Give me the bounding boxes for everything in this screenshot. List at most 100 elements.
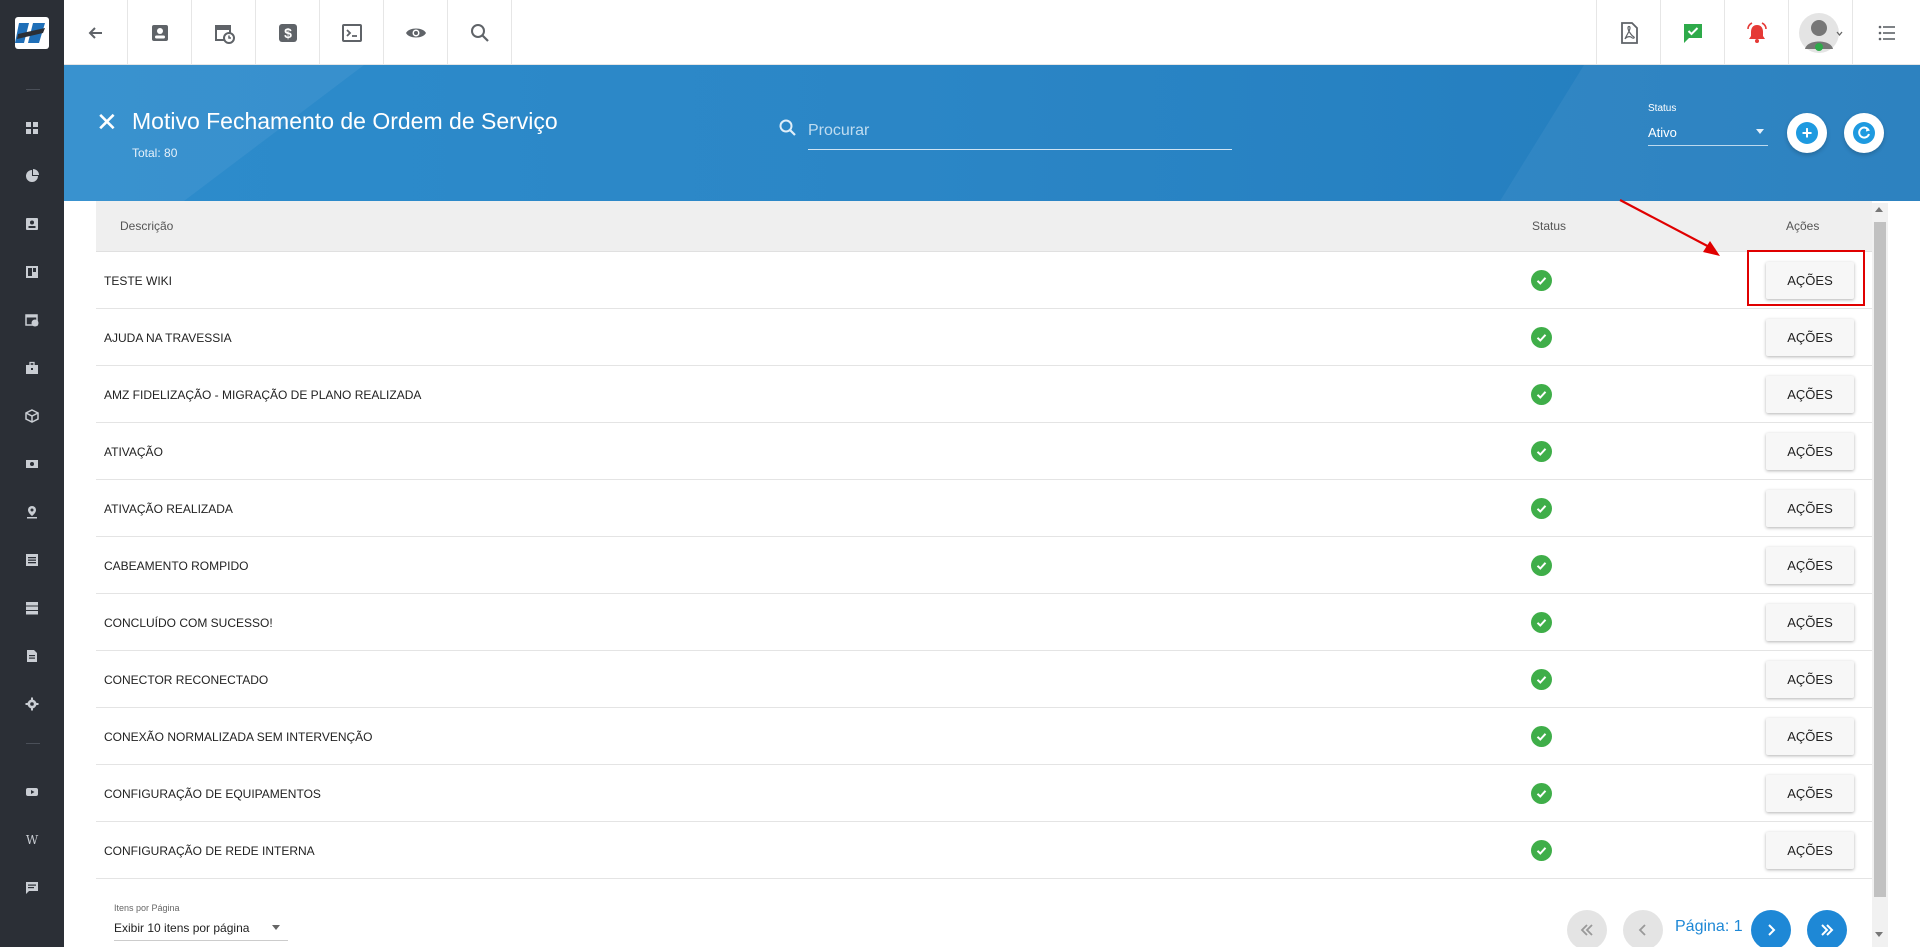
row-description: ATIVAÇÃO REALIZADA [104,502,233,516]
table-row[interactable]: ATIVAÇÃO REALIZADA AÇÕES [96,480,1872,537]
chat-icon[interactable] [22,878,42,898]
board-icon[interactable] [22,262,42,282]
actions-button[interactable]: AÇÕES [1766,376,1854,413]
total-count: Total: 80 [132,146,178,160]
pdf-button[interactable] [1596,0,1660,65]
dashboard-icon[interactable] [22,118,42,138]
main-menu-button[interactable] [1852,0,1920,65]
app-logo[interactable] [15,17,49,49]
back-button[interactable] [64,0,128,65]
calendar-clock-icon[interactable] [22,310,42,330]
contact-icon [151,24,168,41]
row-description: AJUDA NA TRAVESSIA [104,331,232,345]
table-row[interactable]: CONFIGURAÇÃO DE REDE INTERNA AÇÕES [96,822,1872,879]
column-header-description[interactable]: Descrição [120,219,173,233]
row-description: CONECTOR RECONECTADO [104,673,269,687]
items-per-page-select[interactable]: Exibir 10 itens por página [114,915,288,941]
actions-button[interactable]: AÇÕES [1766,661,1854,698]
actions-button[interactable]: AÇÕES [1766,547,1854,584]
close-icon[interactable]: ✕ [96,109,118,135]
actions-button[interactable]: AÇÕES [1766,604,1854,641]
terminal-button[interactable] [320,0,384,65]
sidebar: W [0,0,64,947]
svg-text:$: $ [284,25,292,41]
table-row[interactable]: AJUDA NA TRAVESSIA AÇÕES [96,309,1872,366]
calendar-button[interactable] [192,0,256,65]
row-description: CONFIGURAÇÃO DE EQUIPAMENTOS [104,787,321,801]
briefcase-icon[interactable] [22,358,42,378]
top-toolbar: $ [64,0,1920,65]
document-icon[interactable] [22,646,42,666]
status-check-icon [1531,441,1552,462]
row-description: CONCLUÍDO COM SUCESSO! [104,616,273,630]
status-check-icon [1531,555,1552,576]
actions-button[interactable]: AÇÕES [1766,832,1854,869]
user-menu-button[interactable] [1788,0,1852,65]
chevron-left-icon [1638,924,1646,936]
server-icon[interactable] [22,598,42,618]
next-page-button[interactable] [1751,910,1791,947]
search-input[interactable] [808,112,1232,150]
alarms-button[interactable] [1724,0,1788,65]
messages-button[interactable] [1660,0,1724,65]
plus-icon: + [1796,122,1818,144]
first-page-button[interactable] [1567,910,1607,947]
table-row[interactable]: CONECTOR RECONECTADO AÇÕES [96,651,1872,708]
table-row[interactable]: CONFIGURAÇÃO DE EQUIPAMENTOS AÇÕES [96,765,1872,822]
settings-icon[interactable] [22,694,42,714]
back-arrow-icon [88,26,102,39]
list-icon[interactable] [22,550,42,570]
table-scrollbar-thumb[interactable] [1874,222,1886,897]
table-row[interactable]: ATIVAÇÃO AÇÕES [96,423,1872,480]
actions-button[interactable]: AÇÕES [1766,718,1854,755]
pdf-icon [1620,21,1638,44]
table-row[interactable]: TESTE WIKI AÇÕES [96,252,1872,309]
status-check-icon [1531,669,1552,690]
actions-button[interactable]: AÇÕES [1766,319,1854,356]
terminal-icon [341,23,362,42]
sidebar-divider [26,743,40,744]
table-row[interactable]: CONEXÃO NORMALIZADA SEM INTERVENÇÃO AÇÕE… [96,708,1872,765]
dollar-icon: $ [278,23,297,42]
chart-pie-icon[interactable] [22,166,42,186]
youtube-icon[interactable] [22,782,42,802]
actions-button[interactable]: AÇÕES [1766,490,1854,527]
view-button[interactable] [384,0,448,65]
finance-button[interactable]: $ [256,0,320,65]
status-check-icon [1531,840,1552,861]
search-button[interactable] [448,0,512,65]
actions-button[interactable]: AÇÕES [1766,775,1854,812]
annotation-highlight-box [1747,250,1865,306]
page-header: ✕ Motivo Fechamento de Ordem de Serviço … [64,65,1920,201]
table-row[interactable]: AMZ FIDELIZAÇÃO - MIGRAÇÃO DE PLANO REAL… [96,366,1872,423]
column-header-status[interactable]: Status [1532,219,1566,233]
scroll-down-arrow-icon[interactable] [1875,932,1883,937]
current-page-label: Página: 1 [1675,918,1743,935]
wiki-icon[interactable]: W [22,830,42,850]
refresh-button[interactable] [1844,113,1884,153]
status-check-icon [1531,612,1552,633]
previous-page-button[interactable] [1623,910,1663,947]
reasons-table: Descrição Status Ações TESTE WIKI AÇÕES … [96,201,1888,947]
cube-icon[interactable] [22,406,42,426]
row-description: CONEXÃO NORMALIZADA SEM INTERVENÇÃO [104,730,373,744]
map-pin-icon[interactable] [22,502,42,522]
scroll-up-arrow-icon[interactable] [1875,207,1883,212]
page-title: Motivo Fechamento de Ordem de Serviço [132,108,558,134]
table-row[interactable]: CABEAMENTO ROMPIDO AÇÕES [96,537,1872,594]
column-header-actions: Ações [1786,219,1820,233]
add-button[interactable]: + [1787,113,1827,153]
annotation-arrow [1619,199,1720,256]
status-filter-select[interactable]: Ativo [1648,120,1768,146]
contact-button[interactable] [128,0,192,65]
items-per-page-label: Itens por Página [114,903,180,913]
user-avatar-icon [1798,12,1842,53]
contact-card-icon[interactable] [22,214,42,234]
last-page-button[interactable] [1807,910,1847,947]
actions-button[interactable]: AÇÕES [1766,433,1854,470]
status-check-icon [1531,384,1552,405]
search-icon [470,23,489,42]
table-row[interactable]: CONCLUÍDO COM SUCESSO! AÇÕES [96,594,1872,651]
status-filter-value: Ativo [1648,125,1677,140]
money-icon[interactable] [22,454,42,474]
